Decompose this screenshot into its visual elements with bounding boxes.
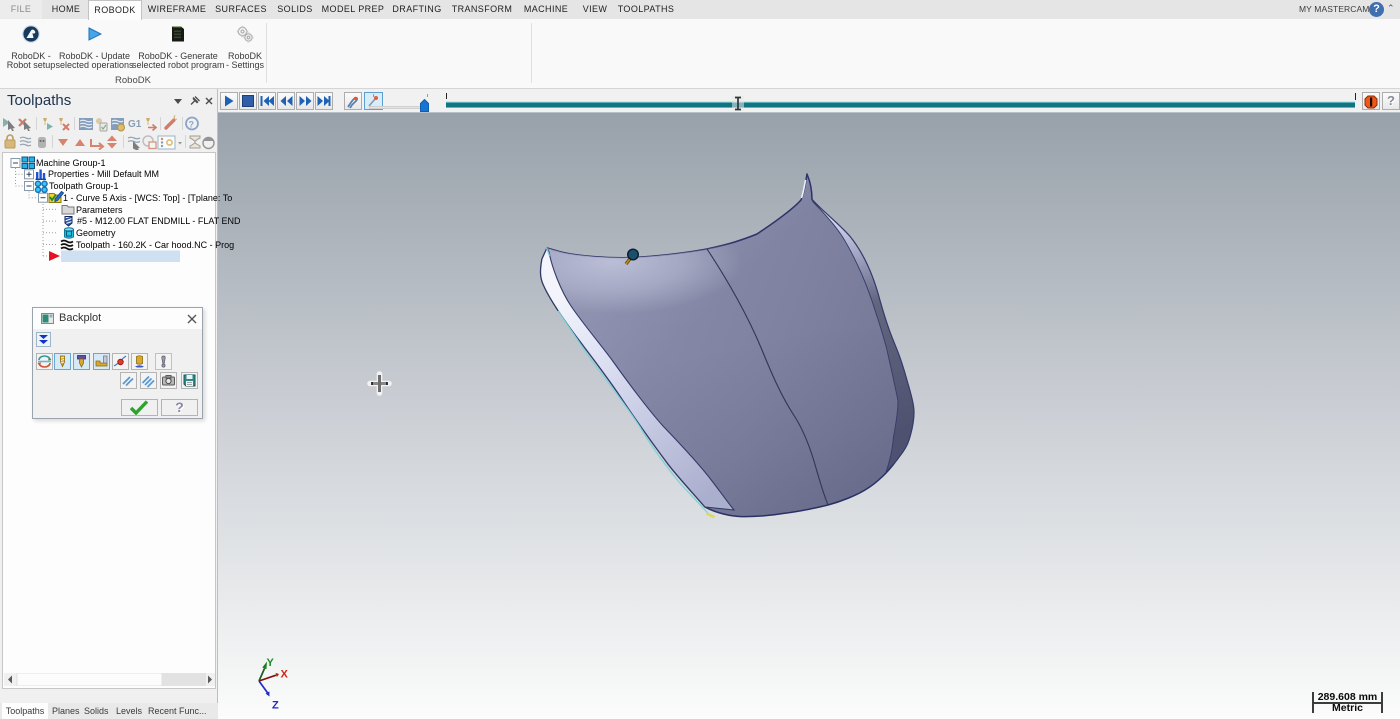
svg-text:Z: Z — [272, 700, 279, 712]
svg-text:?: ? — [189, 120, 195, 130]
svg-text:Y: Y — [267, 657, 275, 669]
svg-text:G1: G1 — [128, 119, 142, 130]
svg-text:X: X — [281, 669, 289, 681]
